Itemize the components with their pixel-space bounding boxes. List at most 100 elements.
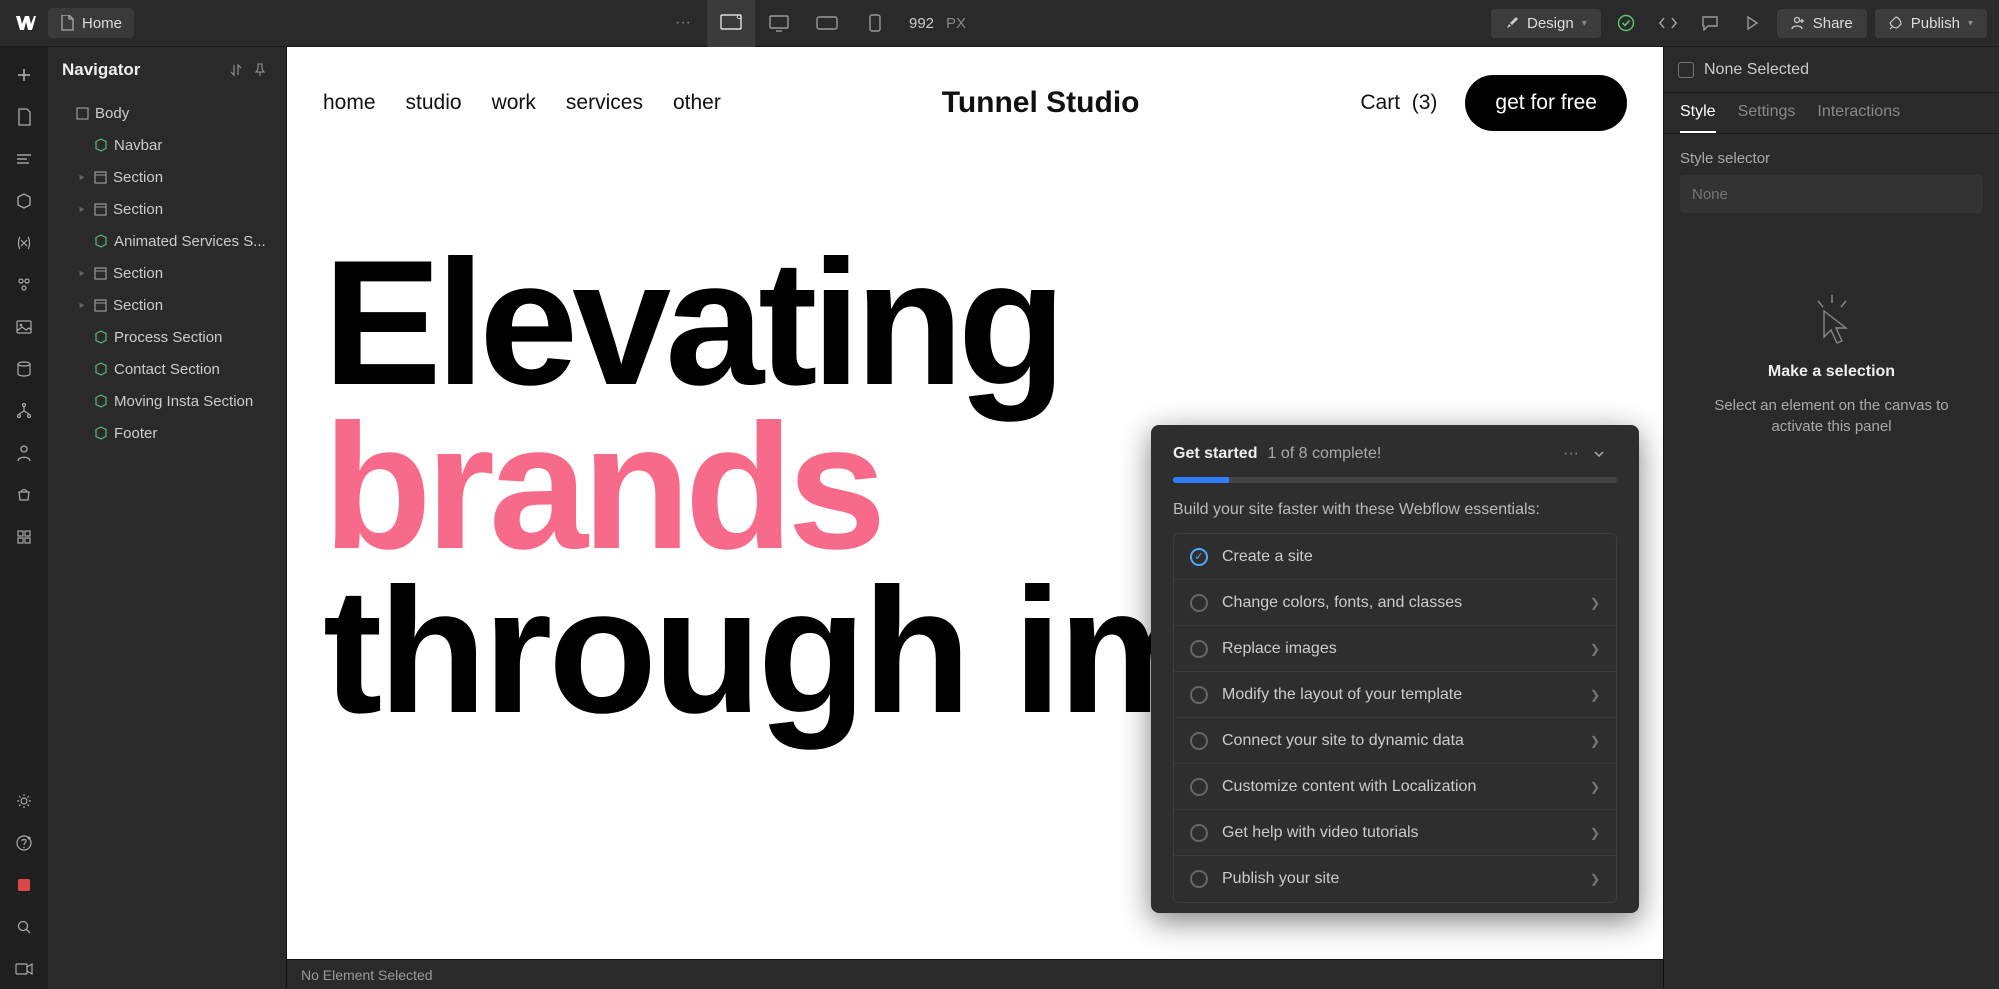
- selection-checkbox[interactable]: [1678, 62, 1694, 78]
- section-icon: [94, 267, 107, 280]
- component-icon: [94, 426, 108, 440]
- ecommerce-button[interactable]: [4, 475, 44, 515]
- users-button[interactable]: [4, 433, 44, 473]
- status-ok-icon[interactable]: [1609, 6, 1643, 40]
- video-icon[interactable]: [4, 949, 44, 989]
- navigator-sort-icon[interactable]: [224, 58, 248, 82]
- tree-item-label: Moving Insta Section: [114, 393, 253, 410]
- cms-button[interactable]: [4, 349, 44, 389]
- tab-interactions[interactable]: Interactions: [1817, 103, 1900, 133]
- help-icon[interactable]: [4, 823, 44, 863]
- getstarted-item[interactable]: ✓ Create a site: [1174, 534, 1616, 580]
- tree-item[interactable]: Animated Services S...: [48, 225, 286, 257]
- getstarted-item-label: Replace images: [1222, 640, 1337, 658]
- getstarted-item[interactable]: Modify the layout of your template❯: [1174, 672, 1616, 718]
- section-icon: [94, 299, 107, 312]
- chevron-right-icon: ❯: [1590, 734, 1600, 748]
- check-empty-icon: [1190, 640, 1208, 658]
- navigator-pin-icon[interactable]: [248, 58, 272, 82]
- chevron-right-icon: ❯: [1590, 642, 1600, 656]
- search-icon[interactable]: [4, 907, 44, 947]
- getstarted-item[interactable]: Connect your site to dynamic data ❯: [1174, 718, 1616, 764]
- apps-button[interactable]: [4, 517, 44, 557]
- breakpoint-mobile[interactable]: [851, 0, 899, 47]
- pages-button[interactable]: [4, 97, 44, 137]
- webflow-logo-icon[interactable]: [8, 5, 44, 41]
- nav-link[interactable]: home: [323, 91, 376, 115]
- mode-design-label: Design: [1527, 15, 1574, 32]
- more-icon[interactable]: ···: [659, 14, 707, 32]
- canvas-width-value[interactable]: 992: [909, 15, 934, 32]
- person-plus-icon: [1791, 16, 1805, 30]
- getstarted-panel: Get started 1 of 8 complete! ··· Build y…: [1151, 425, 1639, 913]
- share-button[interactable]: Share: [1777, 9, 1867, 38]
- getstarted-item[interactable]: Publish your site❯: [1174, 856, 1616, 902]
- publish-button[interactable]: Publish ▾: [1875, 9, 1987, 38]
- tree-item[interactable]: ▸Section: [48, 161, 286, 193]
- site-logo[interactable]: Tunnel Studio: [942, 86, 1140, 120]
- breakpoint-desktop-large[interactable]: [707, 0, 755, 47]
- component-icon: [94, 394, 108, 408]
- tree-item[interactable]: Body: [48, 97, 286, 129]
- tree-item[interactable]: Contact Section: [48, 353, 286, 385]
- nav-link[interactable]: studio: [406, 91, 462, 115]
- component-icon: [94, 330, 108, 344]
- canvas[interactable]: home studio work services other Tunnel Studi…: [287, 47, 1663, 959]
- left-rail: [0, 47, 48, 989]
- tab-style[interactable]: Style: [1680, 103, 1716, 133]
- getstarted-more-icon[interactable]: ···: [1559, 445, 1583, 463]
- mode-design-button[interactable]: Design ▾: [1491, 9, 1601, 38]
- getstarted-item-label: Create a site: [1222, 548, 1313, 566]
- add-element-button[interactable]: [4, 55, 44, 95]
- cart-link[interactable]: Cart (3): [1360, 91, 1437, 115]
- variables-button[interactable]: [4, 223, 44, 263]
- styles-button[interactable]: [4, 265, 44, 305]
- tree-item[interactable]: Navbar: [48, 129, 286, 161]
- getstarted-collapse-icon[interactable]: [1593, 450, 1617, 458]
- tree-item[interactable]: Footer: [48, 417, 286, 449]
- tree-item[interactable]: Moving Insta Section: [48, 385, 286, 417]
- check-done-icon: ✓: [1190, 548, 1208, 566]
- cta-button[interactable]: get for free: [1465, 75, 1627, 131]
- style-selector-label: Style selector: [1664, 134, 1999, 175]
- empty-cursor-icon: [1804, 293, 1860, 349]
- settings-gear-icon[interactable]: [4, 781, 44, 821]
- getstarted-item-label: Change colors, fonts, and classes: [1222, 594, 1462, 612]
- tree-item-label: Section: [113, 297, 163, 314]
- getstarted-item[interactable]: Replace images ❯: [1174, 626, 1616, 672]
- page-chip[interactable]: Home: [48, 8, 134, 38]
- recording-indicator[interactable]: [4, 865, 44, 905]
- navigator-button[interactable]: [4, 139, 44, 179]
- logic-button[interactable]: [4, 391, 44, 431]
- getstarted-item-label: Connect your site to dynamic data: [1222, 732, 1464, 750]
- tree-item[interactable]: ▸Section: [48, 193, 286, 225]
- nav-link[interactable]: services: [566, 91, 643, 115]
- components-button[interactable]: [4, 181, 44, 221]
- section-icon: [94, 203, 107, 216]
- check-empty-icon: [1190, 686, 1208, 704]
- tree-item-label: Section: [113, 169, 163, 186]
- tree-item[interactable]: Process Section: [48, 321, 286, 353]
- status-bar-text: No Element Selected: [301, 967, 433, 983]
- tab-settings[interactable]: Settings: [1738, 103, 1796, 133]
- comment-icon[interactable]: [1693, 6, 1727, 40]
- nav-link[interactable]: other: [673, 91, 721, 115]
- getstarted-item[interactable]: Customize content with Localization❯: [1174, 764, 1616, 810]
- rocket-icon: [1889, 16, 1903, 30]
- tree-item[interactable]: ▸Section: [48, 257, 286, 289]
- page-chip-label: Home: [82, 15, 122, 32]
- style-selector-input[interactable]: [1680, 175, 1983, 213]
- getstarted-item[interactable]: Get help with video tutorials❯: [1174, 810, 1616, 856]
- play-icon[interactable]: [1735, 6, 1769, 40]
- tree-item[interactable]: ▸Section: [48, 289, 286, 321]
- breakpoint-desktop[interactable]: [755, 0, 803, 47]
- tree-item-label: Contact Section: [114, 361, 220, 378]
- breakpoint-tablet[interactable]: [803, 0, 851, 47]
- assets-button[interactable]: [4, 307, 44, 347]
- check-empty-icon: [1190, 732, 1208, 750]
- nav-link[interactable]: work: [492, 91, 536, 115]
- code-icon[interactable]: [1651, 6, 1685, 40]
- component-icon: [94, 362, 108, 376]
- getstarted-item[interactable]: Change colors, fonts, and classes❯: [1174, 580, 1616, 626]
- chevron-down-icon: ▾: [1582, 18, 1587, 29]
